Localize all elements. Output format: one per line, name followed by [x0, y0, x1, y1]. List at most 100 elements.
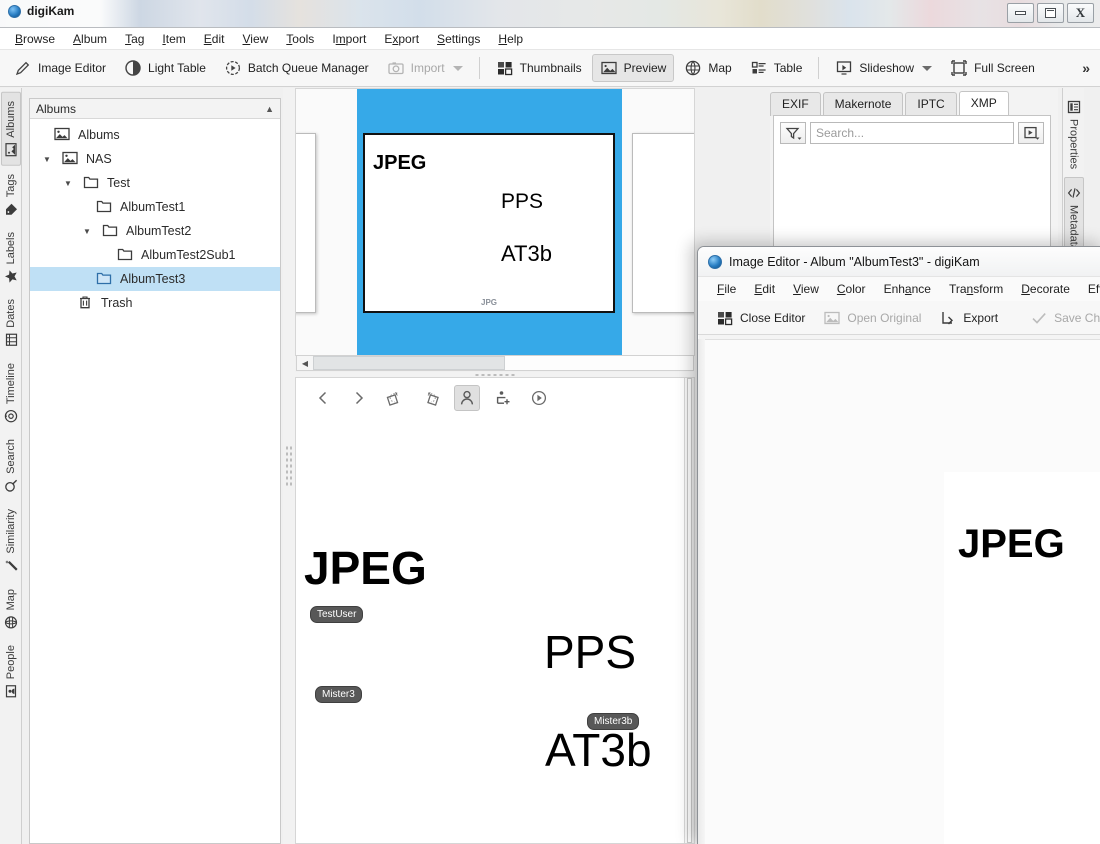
tree-row-albumtest1[interactable]: AlbumTest1: [30, 195, 280, 219]
sidebar-item-people[interactable]: People: [2, 637, 20, 706]
tab-iptc[interactable]: IPTC: [905, 92, 956, 116]
twisty-expanded-icon[interactable]: ▼: [80, 227, 94, 236]
pencil-icon: [14, 59, 32, 77]
scroll-left-icon[interactable]: ◀: [297, 356, 313, 370]
tree-row-albumtest3[interactable]: AlbumTest3: [30, 267, 280, 291]
editor-left-scrollbar[interactable]: [698, 339, 705, 844]
hscroll-thumb[interactable]: [313, 356, 505, 370]
toolbar-slideshow-button[interactable]: Slideshow: [827, 54, 940, 82]
editor-menu-decorate[interactable]: Decorate: [1012, 280, 1079, 298]
image-editor-window[interactable]: Image Editor - Album "AlbumTest3" - digi…: [697, 246, 1100, 844]
tree-row-trash[interactable]: Trash: [30, 291, 280, 315]
menu-view[interactable]: View: [233, 30, 277, 48]
chevron-down-icon[interactable]: [922, 66, 932, 71]
toolbar-map-button[interactable]: Map: [676, 54, 739, 82]
menu-tag[interactable]: Tag: [116, 30, 153, 48]
rotate-right-icon[interactable]: [418, 385, 444, 411]
editor-menu-edit[interactable]: Edit: [745, 280, 784, 298]
folder-icon: [117, 246, 133, 264]
menu-settings[interactable]: Settings: [428, 30, 489, 48]
sidebar-item-timeline[interactable]: Timeline: [2, 355, 20, 431]
thumbnail-item[interactable]: [295, 133, 316, 313]
face-tag-testuser[interactable]: TestUser: [310, 606, 363, 623]
thumbnail-image: JPEG PPS AT3b JPG: [363, 133, 615, 313]
menu-album[interactable]: Album: [64, 30, 116, 48]
toolbar-light-table-button[interactable]: Light Table: [116, 54, 214, 82]
preview-slideshow-button[interactable]: [526, 385, 552, 411]
sidebar-item-similarity[interactable]: Similarity: [2, 501, 20, 581]
toolbar-image-editor-button[interactable]: Image Editor: [6, 54, 114, 82]
tree-row-albums[interactable]: Albums: [30, 123, 280, 147]
tree-row-nas[interactable]: ▼ NAS: [30, 147, 280, 171]
preview-pane: JPEG PPS AT3b TestUser Mister3 Mister3b: [295, 377, 695, 844]
export-button[interactable]: Export: [931, 304, 1006, 332]
menu-import[interactable]: Import: [323, 30, 375, 48]
restore-button[interactable]: [1037, 3, 1064, 23]
options-icon[interactable]: [1018, 122, 1044, 144]
editor-menu-file[interactable]: File: [708, 280, 745, 298]
rotate-left-icon[interactable]: [382, 385, 408, 411]
hscroll-track[interactable]: [313, 356, 693, 370]
chevron-down-icon[interactable]: [453, 66, 463, 71]
sidebar-item-properties[interactable]: Properties: [1065, 92, 1083, 177]
thumbnail-item[interactable]: [632, 133, 695, 313]
sidebar-item-search[interactable]: Search: [2, 431, 20, 501]
editor-menu-transform[interactable]: Transform: [940, 280, 1012, 298]
menu-item[interactable]: Item: [153, 30, 194, 48]
save-changes-button[interactable]: Save Changes: [1022, 304, 1100, 332]
sidebar-item-albums[interactable]: Albums: [1, 92, 21, 166]
metadata-search-input[interactable]: Search...: [810, 122, 1014, 144]
chevron-up-icon[interactable]: ▲: [265, 104, 274, 114]
vscroll-thumb[interactable]: [687, 378, 692, 843]
editor-menu-view[interactable]: View: [784, 280, 828, 298]
tab-xmp[interactable]: XMP: [959, 91, 1009, 116]
tree-row-albumtest2[interactable]: ▼ AlbumTest2: [30, 219, 280, 243]
close-editor-button[interactable]: Close Editor: [708, 304, 813, 332]
image-editor-toolbar: Close Editor Open Original Export Save C: [698, 301, 1100, 335]
preview-previous-button[interactable]: [310, 385, 336, 411]
menu-export[interactable]: Export: [375, 30, 428, 48]
show-faces-button[interactable]: [454, 385, 480, 411]
editor-menu-color[interactable]: Color: [828, 280, 875, 298]
twisty-expanded-icon[interactable]: ▼: [40, 155, 54, 164]
image-editor-canvas[interactable]: JPEG: [705, 339, 1100, 844]
menu-browse[interactable]: Browse: [6, 30, 64, 48]
sidebar-item-dates[interactable]: Dates: [2, 291, 20, 355]
filter-icon[interactable]: [780, 122, 806, 144]
menu-edit[interactable]: Edit: [195, 30, 234, 48]
sidebar-item-tags[interactable]: Tags: [2, 166, 20, 224]
tab-exif[interactable]: EXIF: [770, 92, 821, 116]
globe-icon: [684, 59, 702, 77]
toolbar-batch-queue-manager-button[interactable]: Batch Queue Manager: [216, 54, 377, 82]
wand-icon: [4, 559, 18, 573]
menu-help[interactable]: Help: [489, 30, 532, 48]
minimize-button[interactable]: [1007, 3, 1034, 23]
menu-tools[interactable]: Tools: [277, 30, 323, 48]
thumbnail-label-jpeg: JPEG: [373, 152, 426, 175]
sidebar-splitter[interactable]: [283, 88, 295, 844]
sidebar-item-labels[interactable]: Labels: [2, 224, 20, 291]
editor-menu-enhance[interactable]: Enhance: [875, 280, 940, 298]
tree-label: AlbumTest3: [120, 272, 185, 286]
tree-row-albumtest2sub1[interactable]: AlbumTest2Sub1: [30, 243, 280, 267]
toolbar-full-screen-button[interactable]: Full Screen: [942, 54, 1043, 82]
thumbnail-strip-hscrollbar[interactable]: ◀: [296, 355, 694, 371]
thumbnail-item-selected[interactable]: JPEG PPS AT3b JPG: [357, 89, 622, 356]
close-button[interactable]: X: [1067, 3, 1094, 23]
toolbar-table-button[interactable]: Table: [742, 54, 811, 82]
toolbar-thumbnails-button[interactable]: Thumbnails: [488, 54, 590, 82]
tab-makernote[interactable]: Makernote: [823, 92, 904, 116]
open-original-button[interactable]: Open Original: [815, 304, 929, 332]
editor-menu-effects[interactable]: Effects: [1079, 280, 1100, 298]
toolbar-preview-button[interactable]: Preview: [592, 54, 675, 82]
toolbar-overflow-button[interactable]: »: [1082, 60, 1090, 76]
preview-vscrollbar[interactable]: [684, 378, 694, 843]
face-tag-mister3[interactable]: Mister3: [315, 686, 362, 703]
preview-next-button[interactable]: [346, 385, 372, 411]
sidebar-item-map[interactable]: Map: [2, 581, 20, 637]
toolbar-import-button[interactable]: Import: [379, 54, 471, 82]
add-face-button[interactable]: [490, 385, 516, 411]
twisty-expanded-icon[interactable]: ▼: [61, 179, 75, 188]
tree-row-test[interactable]: ▼ Test: [30, 171, 280, 195]
face-tag-mister3b[interactable]: Mister3b: [587, 713, 639, 730]
